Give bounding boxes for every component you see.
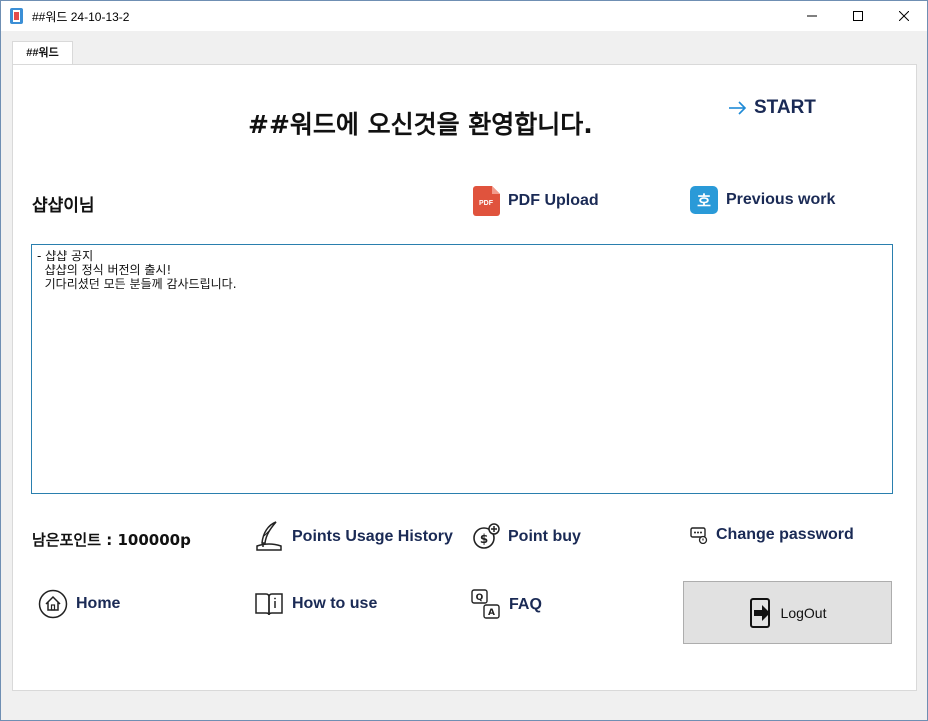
svg-text:$: $ [480,532,488,546]
previous-work-label: Previous work [726,191,836,208]
home-button[interactable]: Home [38,589,120,619]
change-password-button[interactable]: Change password [690,526,854,544]
notice-box[interactable]: - 샵샵 공지 샵샵의 정식 버전의 출시! 기다리셨던 모든 분들께 감사드립… [31,244,893,494]
qa-chat-icon: Q A [471,589,500,619]
maximize-icon [853,11,863,21]
home-label: Home [76,595,121,612]
previous-work-button[interactable]: 호 Previous work [690,186,835,214]
tab-strip: ##워드 [1,31,927,65]
svg-text:PDF: PDF [479,200,494,207]
minimize-icon [807,15,817,17]
notice-line: 기다리셨던 모든 분들께 감사드립니다. [37,277,237,291]
book-icon [255,593,283,616]
user-name: 샵샵이님 [32,196,95,216]
pdf-upload-button[interactable]: PDF PDF Upload [473,186,599,216]
pdf-upload-label: PDF Upload [508,192,599,209]
close-icon [899,11,909,21]
close-button[interactable] [881,1,927,31]
coin-plus-icon: $ [473,523,500,549]
svg-text:A: A [488,608,495,618]
app-window: ##워드 24-10-13-2 ##워드 ##워드에 오신것을 환영합니다. S… [0,0,928,721]
remaining-points: 남은포인트 : 100000p [32,531,191,549]
maximize-button[interactable] [835,1,881,31]
tab-main[interactable]: ##워드 [12,41,73,65]
faq-button[interactable]: Q A FAQ [471,589,542,621]
point-buy-label: Point buy [508,528,581,545]
point-buy-button[interactable]: $ Point buy [472,523,581,551]
how-to-use-button[interactable]: How to use [254,591,377,617]
previous-work-icon: 호 [690,186,718,214]
arrow-right-icon [729,101,747,115]
logout-label: LogOut [780,604,827,621]
start-label: START [754,97,816,118]
status-strip [1,691,927,720]
start-button[interactable]: START [728,97,816,119]
pdf-icon: PDF [473,186,500,216]
notice-line: - 샵샵 공지 [37,249,94,263]
points-history-button[interactable]: Points Usage History [254,521,453,553]
faq-label: FAQ [509,596,542,613]
notice-line: 샵샵의 정식 버전의 출시! [37,263,172,277]
welcome-headline: ##워드에 오신것을 환영합니다. [248,110,593,139]
title-bar: ##워드 24-10-13-2 [1,1,927,31]
svg-text:호: 호 [697,192,711,210]
minimize-button[interactable] [789,1,835,31]
home-icon [38,589,68,619]
password-icon [690,527,708,544]
logout-button[interactable]: LogOut [683,581,892,644]
window-title: ##워드 24-10-13-2 [32,10,130,24]
how-to-use-label: How to use [292,595,378,612]
logout-icon [749,597,770,628]
svg-text:Q: Q [476,593,484,603]
quill-ink-icon [256,521,282,551]
app-icon [10,8,23,24]
change-password-label: Change password [716,526,854,543]
points-history-label: Points Usage History [292,528,453,545]
